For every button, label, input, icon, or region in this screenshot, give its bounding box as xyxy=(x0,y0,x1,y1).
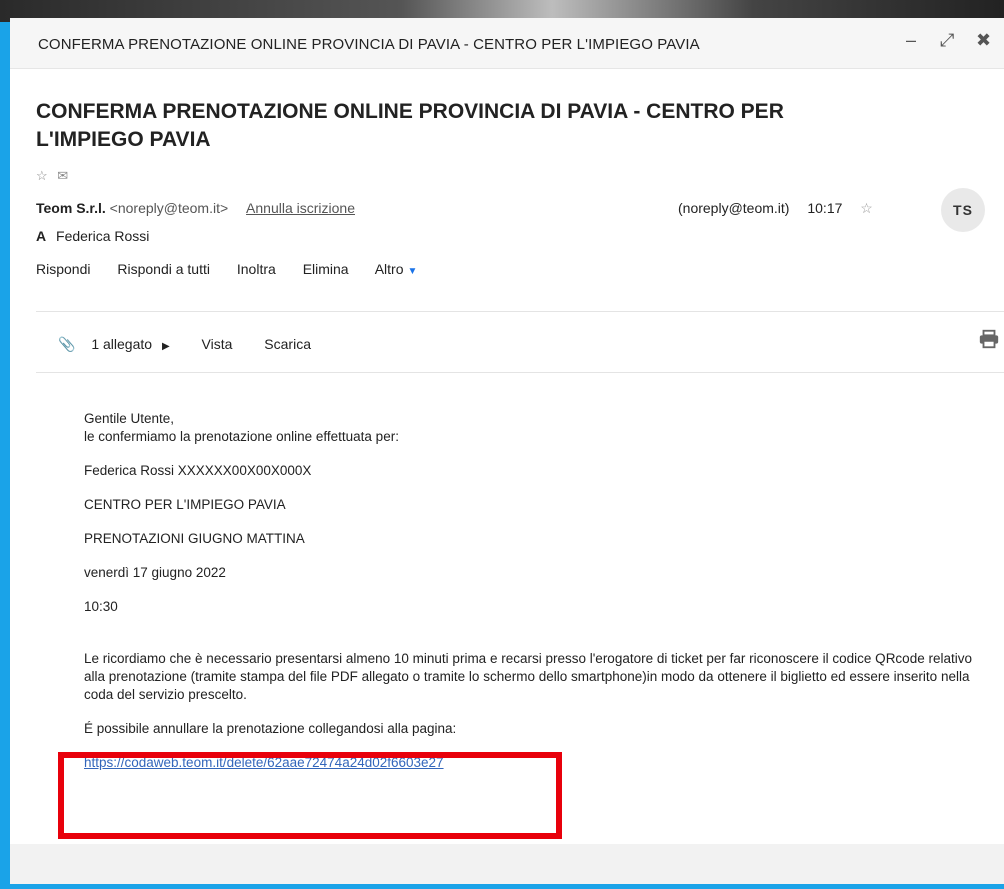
email-subject: CONFERMA PRENOTAZIONE ONLINE PROVINCIA D… xyxy=(36,100,784,151)
attachment-bar: 📎 1 allegato ▶ Vista Scarica xyxy=(58,336,339,353)
chevron-down-icon: ▼ xyxy=(407,266,418,277)
reply-all-button[interactable]: Rispondi a tutti xyxy=(117,261,210,277)
window-footer xyxy=(10,844,1004,884)
reply-button[interactable]: Rispondi xyxy=(36,261,90,277)
download-attachment-button[interactable]: Scarica xyxy=(264,336,311,352)
message-time: 10:17 xyxy=(807,200,843,216)
forward-button[interactable]: Inoltra xyxy=(237,261,276,277)
greeting: Gentile Utente, xyxy=(84,411,175,426)
expand-arrow-icon[interactable]: ▶ xyxy=(162,341,170,352)
divider xyxy=(36,311,1004,312)
notice-text: Le ricordiamo che è necessario presentar… xyxy=(84,651,972,702)
booking-office: CENTRO PER L'IMPIEGO PAVIA xyxy=(84,497,286,512)
more-button-label: Altro xyxy=(374,261,404,277)
sender-name[interactable]: Teom S.r.l. xyxy=(36,200,106,216)
delete-button[interactable]: Elimina xyxy=(303,261,349,277)
divider xyxy=(36,372,1004,373)
window-title: CONFERMA PRENOTAZIONE ONLINE PROVINCIA D… xyxy=(38,36,700,53)
sender-row: Teom S.r.l. <noreply@teom.it> Annulla is… xyxy=(36,200,355,216)
cancel-text: É possibile annullare la prenotazione co… xyxy=(84,721,457,736)
star-icon[interactable]: ☆ xyxy=(36,168,48,183)
email-window: CONFERMA PRENOTAZIONE ONLINE PROVINCIA D… xyxy=(10,18,1004,884)
paperclip-icon: 📎 xyxy=(58,336,76,352)
attachment-count[interactable]: 1 allegato xyxy=(91,336,152,352)
unsubscribe-link[interactable]: Annulla iscrizione xyxy=(246,200,355,216)
envelope-icon[interactable]: ✉ xyxy=(57,168,68,183)
highlight-box xyxy=(58,752,562,839)
more-button[interactable]: Altro ▼ xyxy=(375,261,418,277)
booking-time: 10:30 xyxy=(84,599,118,614)
message-actions: Rispondi Rispondi a tutti Inoltra Elimin… xyxy=(36,261,440,277)
minimize-icon[interactable]: ‒ xyxy=(906,30,916,51)
message-meta: (noreply@teom.it) 10:17 ☆ xyxy=(678,200,873,217)
intro-text: le confermiamo la prenotazione online ef… xyxy=(84,429,399,444)
message-flags: ☆ ✉ xyxy=(36,168,74,184)
maximize-icon[interactable]: ⤢ xyxy=(940,30,954,51)
recipient-label: A xyxy=(36,228,47,244)
print-icon[interactable] xyxy=(978,328,1000,350)
email-body: Gentile Utente, le confermiamo la prenot… xyxy=(84,410,984,772)
reply-to-address: (noreply@teom.it) xyxy=(678,200,790,216)
booking-date: venerdì 17 giugno 2022 xyxy=(84,565,226,580)
window-titlebar: CONFERMA PRENOTAZIONE ONLINE PROVINCIA D… xyxy=(10,18,1004,69)
avatar[interactable]: TS xyxy=(941,188,985,232)
sender-email: <noreply@teom.it> xyxy=(109,200,229,216)
recipient-name[interactable]: Federica Rossi xyxy=(56,228,149,244)
booking-service: PRENOTAZIONI GIUGNO MATTINA xyxy=(84,531,305,546)
view-attachment-button[interactable]: Vista xyxy=(202,336,233,352)
booking-person: Federica Rossi XXXXXX00X00X000X xyxy=(84,463,312,478)
close-icon[interactable]: ✖ xyxy=(976,30,991,51)
star-message-icon[interactable]: ☆ xyxy=(860,200,873,216)
recipient-row: A Federica Rossi xyxy=(36,228,149,244)
